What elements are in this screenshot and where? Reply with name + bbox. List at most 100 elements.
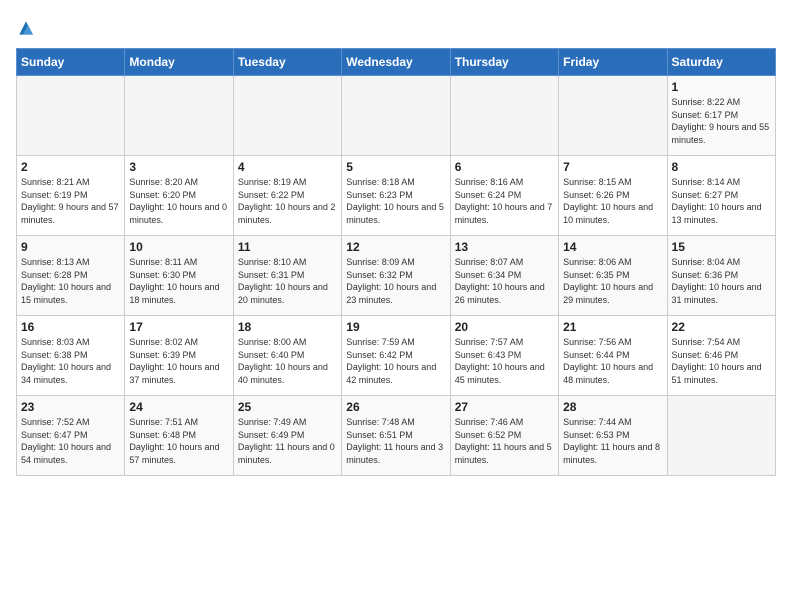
day-cell: 5 Sunrise: 8:18 AM Sunset: 6:23 PM Daylig… (342, 156, 450, 236)
day-info: Sunrise: 8:10 AM Sunset: 6:31 PM Dayligh… (238, 256, 337, 306)
day-number: 28 (563, 400, 662, 414)
day-cell: 1 Sunrise: 8:22 AM Sunset: 6:17 PM Daylig… (667, 76, 775, 156)
day-cell: 23 Sunrise: 7:52 AM Sunset: 6:47 PM Dayli… (17, 396, 125, 476)
day-cell: 22 Sunrise: 7:54 AM Sunset: 6:46 PM Dayli… (667, 316, 775, 396)
day-number: 8 (672, 160, 771, 174)
day-info: Sunrise: 7:54 AM Sunset: 6:46 PM Dayligh… (672, 336, 771, 386)
day-number: 10 (129, 240, 228, 254)
day-number: 25 (238, 400, 337, 414)
header-cell-wednesday: Wednesday (342, 49, 450, 76)
header-cell-friday: Friday (559, 49, 667, 76)
page-header (16, 16, 776, 38)
day-number: 17 (129, 320, 228, 334)
day-number: 12 (346, 240, 445, 254)
day-cell: 12 Sunrise: 8:09 AM Sunset: 6:32 PM Dayli… (342, 236, 450, 316)
day-info: Sunrise: 8:11 AM Sunset: 6:30 PM Dayligh… (129, 256, 228, 306)
day-cell: 10 Sunrise: 8:11 AM Sunset: 6:30 PM Dayli… (125, 236, 233, 316)
day-number: 5 (346, 160, 445, 174)
day-cell (450, 76, 558, 156)
header-cell-sunday: Sunday (17, 49, 125, 76)
day-info: Sunrise: 8:09 AM Sunset: 6:32 PM Dayligh… (346, 256, 445, 306)
day-info: Sunrise: 8:07 AM Sunset: 6:34 PM Dayligh… (455, 256, 554, 306)
day-info: Sunrise: 7:52 AM Sunset: 6:47 PM Dayligh… (21, 416, 120, 466)
day-cell: 8 Sunrise: 8:14 AM Sunset: 6:27 PM Daylig… (667, 156, 775, 236)
day-cell: 16 Sunrise: 8:03 AM Sunset: 6:38 PM Dayli… (17, 316, 125, 396)
day-cell: 6Sunrise: 8:16 AM Sunset: 6:24 PM Daylig… (450, 156, 558, 236)
day-cell: 24 Sunrise: 7:51 AM Sunset: 6:48 PM Dayli… (125, 396, 233, 476)
header-cell-monday: Monday (125, 49, 233, 76)
day-number: 2 (21, 160, 120, 174)
day-info: Sunrise: 8:20 AM Sunset: 6:20 PM Dayligh… (129, 176, 228, 226)
day-cell (667, 396, 775, 476)
day-number: 22 (672, 320, 771, 334)
day-info: Sunrise: 8:00 AM Sunset: 6:40 PM Dayligh… (238, 336, 337, 386)
day-number: 16 (21, 320, 120, 334)
day-info: Sunrise: 8:15 AM Sunset: 6:26 PM Dayligh… (563, 176, 662, 226)
day-info: Sunrise: 8:18 AM Sunset: 6:23 PM Dayligh… (346, 176, 445, 226)
day-number: 7 (563, 160, 662, 174)
logo (16, 16, 40, 38)
header-cell-thursday: Thursday (450, 49, 558, 76)
day-number: 4 (238, 160, 337, 174)
day-info: Sunrise: 7:48 AM Sunset: 6:51 PM Dayligh… (346, 416, 445, 466)
day-cell: 2 Sunrise: 8:21 AM Sunset: 6:19 PM Daylig… (17, 156, 125, 236)
header-cell-saturday: Saturday (667, 49, 775, 76)
day-info: Sunrise: 7:46 AM Sunset: 6:52 PM Dayligh… (455, 416, 554, 466)
day-number: 20 (455, 320, 554, 334)
day-info: Sunrise: 8:22 AM Sunset: 6:17 PM Dayligh… (672, 96, 771, 146)
day-info: Sunrise: 8:03 AM Sunset: 6:38 PM Dayligh… (21, 336, 120, 386)
day-number: 21 (563, 320, 662, 334)
week-row-1: 1 Sunrise: 8:22 AM Sunset: 6:17 PM Daylig… (17, 76, 776, 156)
day-cell (342, 76, 450, 156)
day-cell: 17Sunrise: 8:02 AM Sunset: 6:39 PM Dayli… (125, 316, 233, 396)
week-row-3: 9 Sunrise: 8:13 AM Sunset: 6:28 PM Daylig… (17, 236, 776, 316)
day-number: 11 (238, 240, 337, 254)
day-info: Sunrise: 8:14 AM Sunset: 6:27 PM Dayligh… (672, 176, 771, 226)
day-cell: 18 Sunrise: 8:00 AM Sunset: 6:40 PM Dayli… (233, 316, 341, 396)
day-info: Sunrise: 8:06 AM Sunset: 6:35 PM Dayligh… (563, 256, 662, 306)
header-cell-tuesday: Tuesday (233, 49, 341, 76)
day-cell: 15Sunrise: 8:04 AM Sunset: 6:36 PM Dayli… (667, 236, 775, 316)
day-cell: 26 Sunrise: 7:48 AM Sunset: 6:51 PM Dayli… (342, 396, 450, 476)
day-info: Sunrise: 8:13 AM Sunset: 6:28 PM Dayligh… (21, 256, 120, 306)
day-cell: 9 Sunrise: 8:13 AM Sunset: 6:28 PM Daylig… (17, 236, 125, 316)
day-cell: 3 Sunrise: 8:20 AM Sunset: 6:20 PM Daylig… (125, 156, 233, 236)
calendar-header: SundayMondayTuesdayWednesdayThursdayFrid… (17, 49, 776, 76)
day-cell: 4Sunrise: 8:19 AM Sunset: 6:22 PM Daylig… (233, 156, 341, 236)
calendar-table: SundayMondayTuesdayWednesdayThursdayFrid… (16, 48, 776, 476)
day-number: 9 (21, 240, 120, 254)
calendar-body: 1 Sunrise: 8:22 AM Sunset: 6:17 PM Daylig… (17, 76, 776, 476)
day-cell: 21 Sunrise: 7:56 AM Sunset: 6:44 PM Dayli… (559, 316, 667, 396)
day-info: Sunrise: 8:21 AM Sunset: 6:19 PM Dayligh… (21, 176, 120, 226)
day-number: 1 (672, 80, 771, 94)
day-info: Sunrise: 7:44 AM Sunset: 6:53 PM Dayligh… (563, 416, 662, 466)
day-cell: 19 Sunrise: 7:59 AM Sunset: 6:42 PM Dayli… (342, 316, 450, 396)
week-row-2: 2 Sunrise: 8:21 AM Sunset: 6:19 PM Daylig… (17, 156, 776, 236)
day-number: 3 (129, 160, 228, 174)
day-cell: 14 Sunrise: 8:06 AM Sunset: 6:35 PM Dayli… (559, 236, 667, 316)
day-cell: 20 Sunrise: 7:57 AM Sunset: 6:43 PM Dayli… (450, 316, 558, 396)
day-info: Sunrise: 7:49 AM Sunset: 6:49 PM Dayligh… (238, 416, 337, 466)
header-row: SundayMondayTuesdayWednesdayThursdayFrid… (17, 49, 776, 76)
day-number: 6 (455, 160, 554, 174)
day-cell: 7 Sunrise: 8:15 AM Sunset: 6:26 PM Daylig… (559, 156, 667, 236)
day-cell: 11 Sunrise: 8:10 AM Sunset: 6:31 PM Dayli… (233, 236, 341, 316)
day-number: 15 (672, 240, 771, 254)
day-info: Sunrise: 7:57 AM Sunset: 6:43 PM Dayligh… (455, 336, 554, 386)
day-cell (17, 76, 125, 156)
day-number: 19 (346, 320, 445, 334)
day-number: 13 (455, 240, 554, 254)
day-number: 23 (21, 400, 120, 414)
day-number: 26 (346, 400, 445, 414)
week-row-4: 16 Sunrise: 8:03 AM Sunset: 6:38 PM Dayli… (17, 316, 776, 396)
day-cell (233, 76, 341, 156)
day-number: 18 (238, 320, 337, 334)
day-number: 14 (563, 240, 662, 254)
day-cell: 28 Sunrise: 7:44 AM Sunset: 6:53 PM Dayli… (559, 396, 667, 476)
day-info: Sunrise: 7:51 AM Sunset: 6:48 PM Dayligh… (129, 416, 228, 466)
day-info: Sunrise: 7:56 AM Sunset: 6:44 PM Dayligh… (563, 336, 662, 386)
day-info: Sunrise: 7:59 AM Sunset: 6:42 PM Dayligh… (346, 336, 445, 386)
day-number: 24 (129, 400, 228, 414)
week-row-5: 23 Sunrise: 7:52 AM Sunset: 6:47 PM Dayli… (17, 396, 776, 476)
logo-icon (16, 18, 36, 38)
